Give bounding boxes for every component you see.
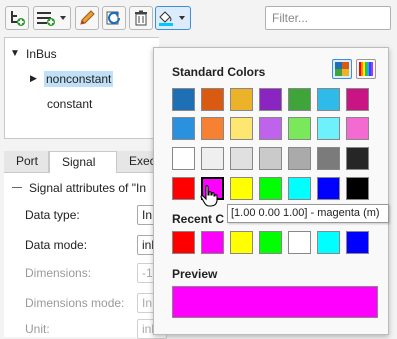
add-bus-element-button[interactable]	[5, 6, 29, 30]
standard-colors-title: Standard Colors	[172, 65, 266, 79]
recent-color-swatch[interactable]	[172, 231, 195, 254]
color-swatch[interactable]	[288, 177, 311, 200]
tree-item-nonconstant[interactable]: nonconstant	[44, 71, 114, 87]
recent-color-swatch[interactable]	[201, 231, 224, 254]
hand-cursor-icon	[200, 185, 218, 207]
collapse-arrow-icon[interactable]: ▶	[30, 73, 37, 84]
color-swatch[interactable]	[230, 88, 253, 111]
color-swatch[interactable]	[288, 147, 311, 170]
color-swatch[interactable]	[317, 117, 340, 140]
color-swatch[interactable]	[259, 147, 282, 170]
edit-button[interactable]	[75, 6, 99, 30]
add-bus-element-menu-icon	[37, 12, 66, 26]
section-title: Signal attributes of "In	[29, 181, 146, 195]
bus-tree[interactable]: ▼ InBus ▶ nonconstant constant	[4, 37, 159, 139]
color-swatch[interactable]	[346, 177, 369, 200]
dimensions-mode-label: Dimensions mode:	[25, 296, 125, 310]
color-swatch[interactable]	[288, 88, 311, 111]
tab-port[interactable]: Port	[4, 151, 49, 173]
data-mode-label: Data mode:	[25, 238, 88, 252]
section-collapse-icon[interactable]	[12, 187, 22, 188]
color-swatch[interactable]	[172, 177, 195, 200]
color-swatch[interactable]	[201, 88, 224, 111]
color-swatch[interactable]	[346, 88, 369, 111]
color-swatch[interactable]	[259, 177, 282, 200]
color-swatch[interactable]	[230, 117, 253, 140]
color-tooltip: [1.00 0.00 1.00] - magenta (m)	[227, 204, 389, 223]
dimensions-label: Dimensions:	[25, 266, 92, 280]
color-spectrum-icon	[359, 62, 373, 76]
color-swatch[interactable]	[230, 177, 253, 200]
color-swatch[interactable]	[259, 117, 282, 140]
preview-title: Preview	[172, 267, 218, 281]
recent-color-swatch[interactable]	[230, 231, 253, 254]
recent-color-swatch[interactable]	[317, 231, 340, 254]
fill-color-button[interactable]	[155, 6, 191, 30]
add-bus-element-icon	[11, 11, 25, 26]
refresh-button[interactable]	[102, 6, 126, 30]
unit-label: Unit:	[25, 322, 50, 336]
expand-arrow-icon[interactable]: ▼	[10, 48, 20, 59]
filter-input[interactable]	[265, 6, 391, 30]
color-swatch[interactable]	[259, 88, 282, 111]
color-swatch[interactable]	[346, 117, 369, 140]
recent-color-swatch[interactable]	[288, 231, 311, 254]
color-swatch[interactable]	[346, 147, 369, 170]
color-swatch[interactable]	[288, 117, 311, 140]
preview-swatch	[172, 286, 378, 318]
tree-item-constant[interactable]: constant	[47, 97, 92, 111]
spectrum-mode-button[interactable]	[356, 59, 376, 79]
color-swatch[interactable]	[172, 147, 195, 170]
swatch-grid-icon	[335, 62, 349, 76]
delete-button[interactable]	[129, 6, 153, 30]
color-swatch[interactable]	[201, 117, 224, 140]
color-swatch[interactable]	[317, 177, 340, 200]
color-swatch[interactable]	[317, 147, 340, 170]
swatch-mode-button[interactable]	[332, 59, 352, 79]
color-swatch[interactable]	[230, 147, 253, 170]
data-type-label: Data type:	[25, 208, 80, 222]
recent-color-swatch[interactable]	[259, 231, 282, 254]
edit-icon	[80, 10, 95, 25]
color-swatch[interactable]	[172, 117, 195, 140]
color-swatch[interactable]	[317, 88, 340, 111]
refresh-icon	[106, 11, 120, 25]
fill-color-icon	[159, 11, 185, 26]
properties-panel: Signal attributes of "In	[4, 173, 159, 337]
add-bus-element-menu-button[interactable]	[33, 6, 71, 30]
color-swatch[interactable]	[172, 88, 195, 111]
tree-root-inbus[interactable]: InBus	[26, 47, 57, 61]
tab-signal[interactable]: Signal	[49, 151, 117, 174]
recent-colors-title: Recent C	[172, 212, 225, 226]
delete-icon	[135, 10, 147, 26]
color-swatch[interactable]	[201, 147, 224, 170]
recent-color-swatch[interactable]	[346, 231, 369, 254]
